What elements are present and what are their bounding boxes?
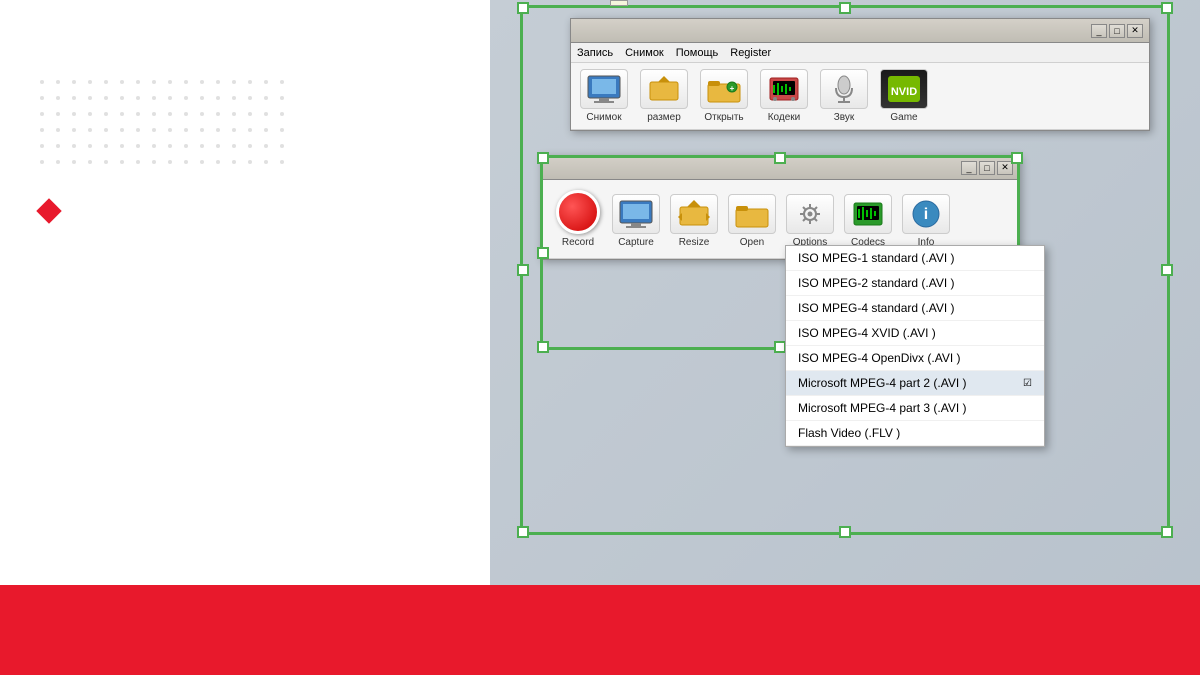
record-icon-wrap <box>553 190 603 234</box>
codecs-dropdown: ISO MPEG-1 standard (.AVI ) ISO MPEG-2 s… <box>785 245 1045 447</box>
maximize-button[interactable]: □ <box>1109 24 1125 38</box>
ocam-open-btn[interactable]: Open <box>727 194 777 248</box>
handle-rightmid[interactable] <box>1161 264 1173 276</box>
minimize-button[interactable]: _ <box>1091 24 1107 38</box>
codecs-label: Кодеки <box>768 112 801 123</box>
handle-topmid[interactable] <box>839 2 851 14</box>
menu-snapshot[interactable]: Снимок <box>625 47 664 59</box>
window1-titlebar: _ □ ✕ <box>571 19 1149 43</box>
svg-text:i: i <box>924 206 928 223</box>
menu-record[interactable]: Запись <box>577 47 613 59</box>
ocam-close[interactable]: ✕ <box>997 161 1013 175</box>
ocam-record-btn[interactable]: Record <box>553 190 603 248</box>
ocam-capture-btn[interactable]: Capture <box>611 194 661 248</box>
dropdown-item-2[interactable]: ISO MPEG-4 standard (.AVI ) <box>786 296 1044 321</box>
svg-text:+: + <box>730 84 735 93</box>
open-label: Открыть <box>704 112 743 123</box>
menu-help[interactable]: Помощь <box>676 47 719 59</box>
resize-icon <box>640 69 688 109</box>
ocam-controls: _ □ ✕ <box>961 161 1013 175</box>
dropdown-item-4[interactable]: ISO MPEG-4 OpenDivx (.AVI ) <box>786 346 1044 371</box>
window1-menubar: Запись Снимок Помощь Register <box>571 43 1149 63</box>
codecs-icon <box>760 69 808 109</box>
game-label: Game <box>890 112 917 123</box>
nvidia-game-icon: NVID <box>880 69 928 109</box>
toolbar-codecs-btn[interactable]: Кодеки <box>759 69 809 123</box>
subtitle-row <box>40 202 470 220</box>
ocam-codecs-btn[interactable]: Codecs <box>843 194 893 248</box>
dropdown-item-7[interactable]: Flash Video (.FLV ) <box>786 421 1044 446</box>
dropdown-item-5[interactable]: Microsoft MPEG-4 part 2 (.AVI ) ☑ <box>786 371 1044 396</box>
handle-topleft[interactable] <box>517 2 529 14</box>
window1-controls: _ □ ✕ <box>1091 24 1143 38</box>
dropdown-item-1[interactable]: ISO MPEG-2 standard (.AVI ) <box>786 271 1044 296</box>
capture-label: Capture <box>618 237 654 248</box>
ocam-resize-btn[interactable]: Resize <box>669 194 719 248</box>
toolbar-sound-btn[interactable]: Звук <box>819 69 869 123</box>
ocam-titlebar: _ □ ✕ <box>541 156 1019 180</box>
microphone-icon <box>820 69 868 109</box>
sound-label: Звук <box>834 112 855 123</box>
window1-toolbar: Снимок размер <box>571 63 1149 130</box>
app-window-1: _ □ ✕ Запись Снимок Помощь Register <box>570 18 1150 131</box>
handle-bottommid[interactable] <box>839 526 851 538</box>
ocam-open-label: Open <box>740 237 764 248</box>
toolbar-resize-btn[interactable]: размер <box>639 69 689 123</box>
ocam-info-icon: i <box>902 194 950 234</box>
snapshot-label: Снимок <box>586 112 621 123</box>
menu-register[interactable]: Register <box>730 47 771 59</box>
ocam-maximize[interactable]: □ <box>979 161 995 175</box>
ocam-options-icon <box>786 194 834 234</box>
right-panel: + _ □ ✕ Запись Снимок Помощь Register <box>490 0 1200 675</box>
left-panel: // Generate dots const dp = document.que… <box>0 0 510 675</box>
ocam-folder-icon <box>728 194 776 234</box>
handle-leftmid[interactable] <box>517 264 529 276</box>
ocam-options-btn[interactable]: Options <box>785 194 835 248</box>
coords-tooltip <box>610 0 628 6</box>
dropdown-item-0[interactable]: ISO MPEG-1 standard (.AVI ) <box>786 246 1044 271</box>
ocam-info-btn[interactable]: i Info <box>901 194 951 248</box>
capture-monitor-icon <box>612 194 660 234</box>
folder-open-icon: + <box>700 69 748 109</box>
monitor-icon <box>580 69 628 109</box>
handle-bottomright[interactable] <box>1161 526 1173 538</box>
red-diamond-icon <box>36 198 61 223</box>
record-label: Record <box>562 237 594 248</box>
ocam-minimize[interactable]: _ <box>961 161 977 175</box>
ocam-resize-icon <box>670 194 718 234</box>
handle-bottomleft[interactable] <box>517 526 529 538</box>
toolbar-game-btn[interactable]: NVID Game <box>879 69 929 123</box>
dropdown-item-6[interactable]: Microsoft MPEG-4 part 3 (.AVI ) <box>786 396 1044 421</box>
ocam-codecs-icon <box>844 194 892 234</box>
ocam-resize-label: Resize <box>679 237 710 248</box>
toolbar-open-btn[interactable]: + Открыть <box>699 69 749 123</box>
plus-cursor-icon: + <box>530 0 542 3</box>
handle-topright[interactable] <box>1161 2 1173 14</box>
toolbar-snapshot-btn[interactable]: Снимок <box>579 69 629 123</box>
dropdown-item-3[interactable]: ISO MPEG-4 XVID (.AVI ) <box>786 321 1044 346</box>
dots-pattern: // Generate dots const dp = document.que… <box>40 80 470 172</box>
close-button[interactable]: ✕ <box>1127 24 1143 38</box>
resize-label: размер <box>647 112 681 123</box>
bottom-banner <box>0 585 1200 675</box>
svg-text:NVID: NVID <box>891 86 917 98</box>
record-circle-icon <box>556 190 600 234</box>
